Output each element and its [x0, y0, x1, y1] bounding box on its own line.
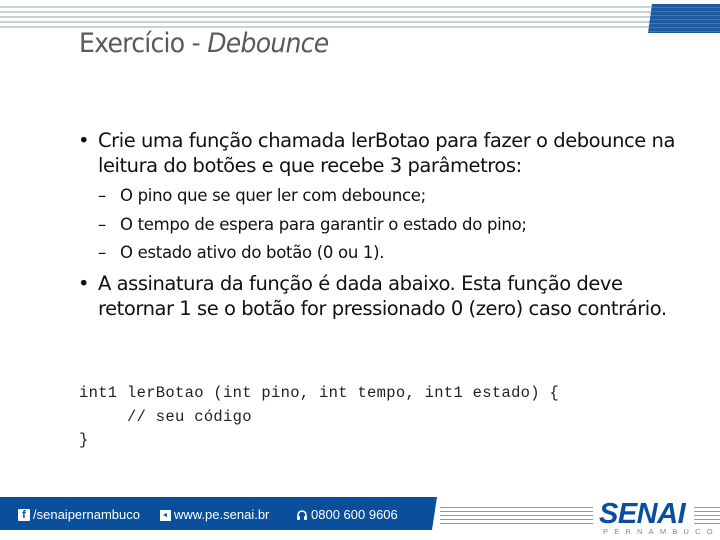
bullet-text: Crie uma função chamada lerBotao para fa… [98, 129, 675, 177]
senai-logo: SENAI [599, 498, 686, 530]
sub-list: – O pino que se quer ler com debounce; –… [78, 182, 688, 268]
sub-item-text: O tempo de espera para garantir o estado… [120, 214, 527, 234]
code-line: // seu código [79, 407, 252, 426]
title-prefix: Exercício - [79, 28, 208, 59]
phone-label: 0800 600 9606 [311, 507, 398, 522]
footer-phone-link[interactable]: 0800 600 9606 [296, 508, 398, 522]
headset-icon [296, 509, 308, 521]
facebook-icon: f [18, 509, 30, 521]
footer-stripes-right [694, 505, 720, 527]
sub-item: – O tempo de espera para garantir o esta… [78, 211, 688, 240]
sub-item: – O pino que se quer ler com debounce; [78, 182, 688, 211]
slide-title: Exercício - Debounce [79, 28, 329, 59]
bullet-symbol: • [78, 129, 90, 152]
senai-logo-subtitle: PERNAMBUCO [603, 527, 719, 536]
sub-symbol: – [98, 186, 106, 205]
footer-stripes [440, 505, 593, 527]
footer-facebook-link[interactable]: f /senaipernambuco [18, 508, 140, 522]
header-stripes [0, 6, 660, 30]
code-line: } [79, 431, 89, 449]
sub-item: – O estado ativo do botão (0 ou 1). [78, 239, 688, 268]
header-brand-block [648, 4, 720, 33]
code-line: int1 lerBotao (int pino, int tempo, int1… [79, 384, 560, 402]
bullet-symbol: • [78, 271, 90, 295]
footer-website-link[interactable]: www.pe.senai.br [160, 508, 269, 522]
bullet-item: • A assinatura da função é dada abaixo. … [78, 271, 688, 321]
title-emphasis: Debounce [207, 28, 329, 59]
sub-symbol: – [98, 214, 106, 234]
code-block: int1 lerBotao (int pino, int tempo, int1… [79, 382, 559, 453]
bullet-item: • Crie uma função chamada lerBotao para … [78, 128, 688, 178]
sub-item-text: O pino que se quer ler com debounce; [120, 186, 426, 205]
sub-symbol: – [98, 243, 106, 262]
website-label: www.pe.senai.br [174, 507, 270, 522]
sub-item-text: O estado ativo do botão (0 ou 1). [120, 243, 385, 262]
bullet-text: A assinatura da função é dada abaixo. Es… [98, 271, 667, 320]
web-icon [160, 509, 171, 521]
slide-body: • Crie uma função chamada lerBotao para … [78, 128, 688, 321]
facebook-label: /senaipernambuco [33, 507, 140, 522]
